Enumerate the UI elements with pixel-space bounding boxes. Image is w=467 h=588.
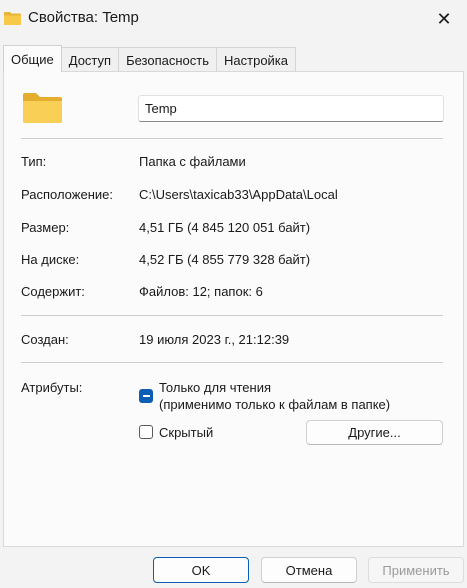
location-label: Расположение: [21,187,113,202]
folder-icon [23,93,62,123]
folder-name-input[interactable] [138,95,444,122]
apply-button[interactable]: Применить [368,557,464,583]
separator [21,315,443,316]
contains-label: Содержит: [21,284,85,299]
ok-button[interactable]: OK [153,557,249,583]
folder-icon [4,12,21,25]
size-value: 4,51 ГБ (4 845 120 051 байт) [139,220,311,235]
tab-general[interactable]: Общие [3,45,62,72]
location-value: C:\Users\taxicab33\AppData\Local [139,187,338,202]
attributes-label: Атрибуты: [21,380,83,395]
hidden-checkbox[interactable] [139,425,153,439]
window-title: Свойства: Temp [28,9,139,26]
on-disk-label: На диске: [21,252,80,267]
readonly-checkbox[interactable] [139,389,153,403]
close-icon: ✕ [436,8,452,29]
tab-sharing[interactable]: Доступ [60,47,120,72]
contains-value: Файлов: 12; папок: 6 [139,284,263,299]
type-value: Папка с файлами [139,154,246,169]
separator [21,362,443,363]
close-button[interactable]: ✕ [421,0,467,38]
hidden-label: Скрытый [159,425,214,440]
title-bar: Свойства: Temp ✕ [0,0,467,38]
created-value: 19 июля 2023 г., 21:12:39 [139,332,290,347]
created-label: Создан: [21,332,69,347]
readonly-label: Только для чтения [159,380,272,395]
tab-strip: Общие Доступ Безопасность Настройка [3,45,297,72]
cancel-button[interactable]: Отмена [261,557,357,583]
tab-security[interactable]: Безопасность [118,47,218,72]
on-disk-value: 4,52 ГБ (4 855 779 328 байт) [139,252,311,267]
tab-customize[interactable]: Настройка [216,47,297,72]
separator [21,138,443,139]
readonly-note: (применимо только к файлам в папке) [159,397,391,412]
other-attributes-button[interactable]: Другие... [306,420,443,445]
type-label: Тип: [21,154,47,169]
general-panel [3,71,464,547]
size-label: Размер: [21,220,70,235]
